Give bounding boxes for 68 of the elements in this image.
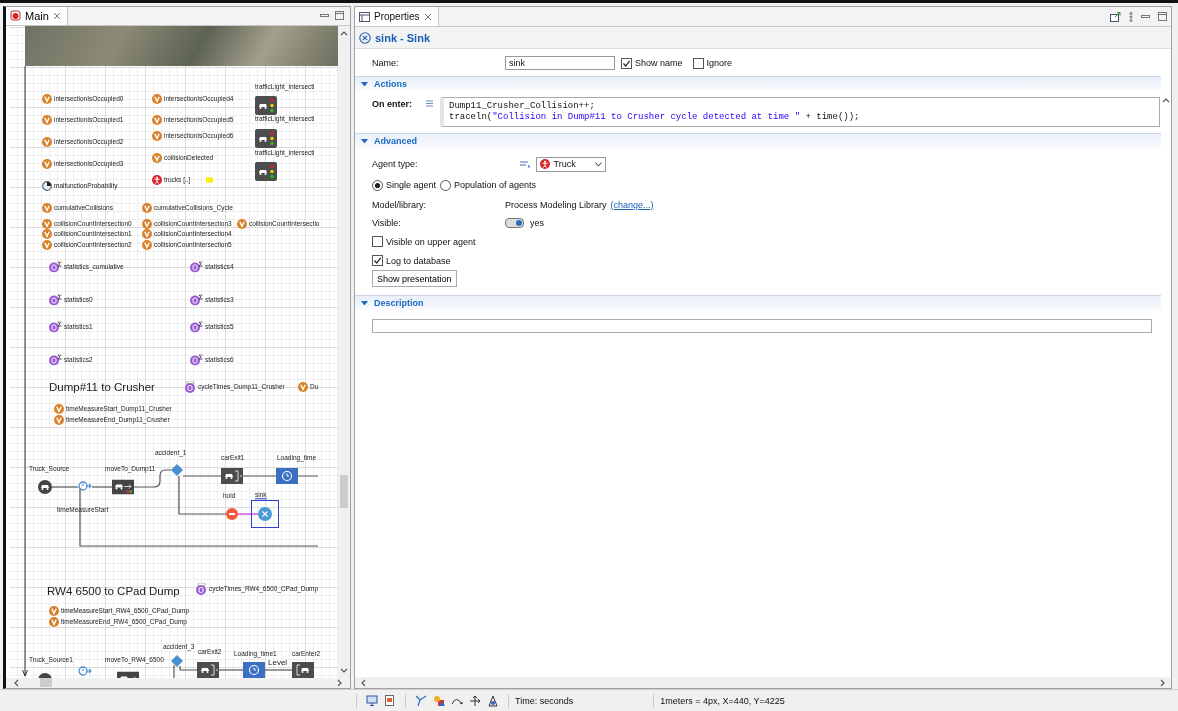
marker-rect (206, 177, 213, 183)
section-header[interactable]: Description (355, 295, 1161, 310)
ignore-checkbox[interactable] (692, 57, 704, 69)
section-heading: RW4 6500 to CPad Dump (47, 584, 180, 597)
export-icon[interactable] (1110, 11, 1121, 22)
canvas-text: Level (268, 658, 288, 667)
scroll-thumb[interactable] (40, 678, 52, 688)
connector-line (242, 475, 277, 477)
menu-lines-icon[interactable] (426, 97, 433, 107)
shapes-icon[interactable] (433, 694, 445, 707)
description-field[interactable] (372, 319, 1152, 333)
checkbox-label: Log to database (386, 255, 451, 266)
field-label: Name: (372, 58, 400, 68)
radio-button[interactable] (372, 179, 383, 191)
collapse-triangle-icon[interactable] (361, 138, 368, 144)
section-heading: Dump#11 to Crusher (49, 380, 155, 393)
checkbox-label: Visible on upper agent (386, 236, 476, 247)
monitor-icon[interactable] (366, 694, 378, 707)
properties-tab[interactable]: Properties (355, 7, 439, 26)
checkbox-label: Show name (635, 58, 683, 68)
agent-type-dropdown[interactable]: Truck (535, 156, 606, 172)
connector-icon[interactable] (415, 694, 427, 707)
show-name-checkbox[interactable] (621, 57, 632, 69)
connector-line (218, 669, 244, 671)
coordinates-label: 1meters = 4px, X=440, Y=4225 (660, 695, 785, 706)
caret-icon (594, 161, 602, 167)
toggle-label: yes (530, 218, 544, 228)
checkbox-label: Ignore (706, 58, 733, 68)
more-icon[interactable] (1129, 11, 1133, 22)
connector-line (173, 664, 175, 678)
scroll-thumb[interactable] (340, 475, 349, 509)
close-icon[interactable] (52, 11, 61, 20)
field-value: Process Modeling Library (505, 200, 607, 210)
visibility-toggle[interactable] (505, 218, 524, 228)
section-header[interactable]: Actions (355, 76, 1161, 91)
radio-label: Population of agents (454, 180, 537, 190)
collapse-triangle-icon[interactable] (361, 81, 368, 87)
field-label: Model/library: (372, 200, 428, 210)
panel-title: sink - Sink (375, 31, 431, 44)
editor-tab[interactable]: Main (6, 7, 68, 25)
person-icon (539, 159, 550, 169)
change-link[interactable]: (change...) (610, 200, 654, 210)
move-arrows-icon[interactable] (469, 694, 481, 707)
field-label: Agent type: (372, 159, 418, 169)
radio-button[interactable] (440, 179, 452, 191)
model-file-icon (10, 10, 21, 22)
maximize-icon[interactable] (1158, 12, 1167, 21)
checkbox[interactable] (372, 236, 383, 247)
image-icon[interactable] (384, 694, 396, 707)
connector-line (264, 669, 293, 671)
sink-icon (359, 31, 371, 44)
show-presentation-button[interactable]: Show presentation (372, 270, 457, 287)
field-label: Visible: (372, 218, 402, 228)
minimize-icon[interactable] (1141, 12, 1150, 21)
field-label: On enter: (372, 98, 413, 109)
code-editor[interactable]: Dump11_Crusher_Collision++; traceln("Collision in Dump#11 to Crusher cycle detected at time " + time()); (440, 97, 1160, 127)
table-icon (359, 11, 370, 22)
close-icon[interactable] (423, 12, 432, 21)
maximize-icon[interactable] (335, 11, 344, 21)
collapse-triangle-icon[interactable] (361, 300, 368, 306)
section-header[interactable]: Advanced (355, 133, 1161, 148)
axes-icon[interactable] (487, 694, 499, 707)
time-units-label: Time: seconds (515, 695, 574, 706)
radio-label: Single agent (386, 180, 437, 190)
connector-line (297, 475, 318, 477)
checkbox[interactable] (372, 255, 383, 266)
name-input[interactable]: sink (505, 56, 615, 70)
connector-line (179, 665, 198, 671)
